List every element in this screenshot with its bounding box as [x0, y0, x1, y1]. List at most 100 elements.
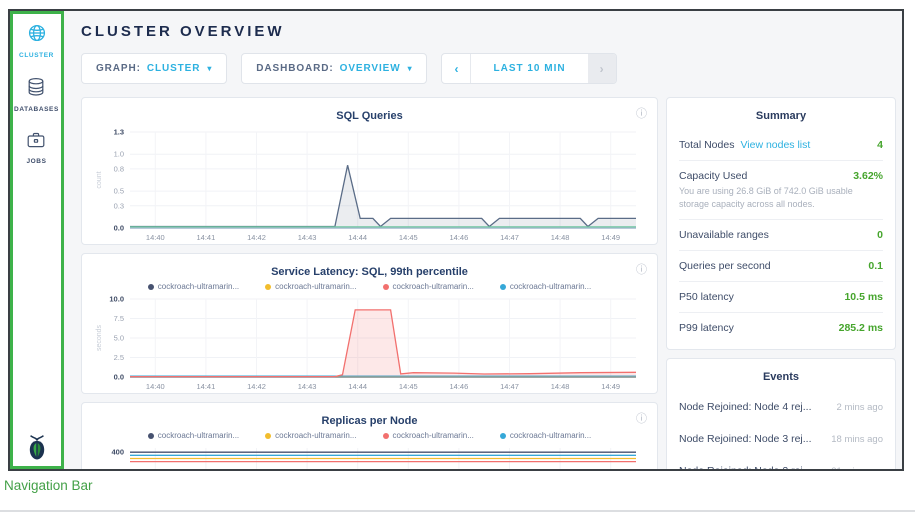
- event-time: 31 mins ago: [831, 466, 883, 469]
- svg-text:14:46: 14:46: [450, 382, 469, 391]
- screenshot-canvas: CLUSTER DATABASES: [0, 0, 915, 517]
- info-icon[interactable]: ⓘ: [636, 105, 647, 121]
- cockroachdb-logo[interactable]: [10, 434, 63, 461]
- events-panel: Events Node Rejoined: Node 4 rej... 2 mi…: [666, 358, 896, 469]
- chart-title: Service Latency: SQL, 99th percentile: [271, 266, 468, 278]
- svg-text:0.0: 0.0: [114, 224, 124, 233]
- svg-text:seconds: seconds: [96, 324, 103, 351]
- summary-row-p99-latency: P99 latency 285.2 ms: [679, 312, 883, 343]
- charts-column: SQL Queries ⓘ 0.00.30.50.81.01.314:4014:…: [81, 97, 658, 469]
- svg-text:14:47: 14:47: [500, 382, 519, 391]
- legend-dot-icon: [148, 433, 154, 439]
- right-column: Summary Total Nodes View nodes list 4 Cap…: [666, 97, 896, 469]
- event-time: 2 mins ago: [837, 402, 883, 413]
- summary-row-unavailable-ranges: Unavailable ranges 0: [679, 219, 883, 250]
- legend-item[interactable]: cockroach-ultramarin...: [148, 282, 239, 291]
- svg-text:0.3: 0.3: [114, 201, 124, 210]
- event-row: Node Rejoined: Node 4 rej... 2 mins ago: [679, 391, 883, 423]
- summary-label: Queries per second: [679, 260, 771, 272]
- briefcase-icon: [26, 131, 46, 154]
- sidebar-item-label: DATABASES: [14, 106, 59, 113]
- graph-dropdown-label: GRAPH:: [96, 63, 141, 74]
- svg-text:14:48: 14:48: [551, 382, 570, 391]
- info-icon[interactable]: ⓘ: [636, 410, 647, 426]
- svg-text:0.8: 0.8: [114, 164, 124, 173]
- replicas-per-node-chart-panel: Replicas per Node ⓘ cockroach-ultramarin…: [81, 402, 658, 469]
- svg-text:14:41: 14:41: [197, 233, 216, 242]
- summary-label: P99 latency: [679, 322, 734, 334]
- dashboard-dropdown[interactable]: DASHBOARD: OVERVIEW ▾: [241, 53, 427, 84]
- legend-item[interactable]: cockroach-ultramarin...: [265, 282, 356, 291]
- legend-item[interactable]: cockroach-ultramarin...: [148, 431, 239, 440]
- sidebar-item-label: JOBS: [26, 158, 46, 165]
- svg-text:14:45: 14:45: [399, 233, 418, 242]
- page-divider: [0, 510, 915, 512]
- time-range-next-button[interactable]: ›: [588, 54, 616, 83]
- legend-item[interactable]: cockroach-ultramarin...: [500, 282, 591, 291]
- chevron-down-icon: ▾: [408, 64, 413, 73]
- summary-title: Summary: [679, 106, 883, 130]
- svg-text:14:47: 14:47: [500, 233, 519, 242]
- svg-text:14:41: 14:41: [197, 382, 216, 391]
- page-title: CLUSTER OVERVIEW: [81, 23, 896, 40]
- main-content: CLUSTER OVERVIEW GRAPH: CLUSTER ▾ DASHBO…: [64, 11, 902, 469]
- chart-legend: cockroach-ultramarin... cockroach-ultrama…: [92, 431, 647, 440]
- graph-dropdown-value: CLUSTER: [147, 63, 201, 74]
- svg-text:1.0: 1.0: [114, 150, 124, 159]
- sidebar-item-jobs[interactable]: JOBS: [26, 131, 46, 165]
- svg-text:14:44: 14:44: [348, 233, 367, 242]
- svg-text:14:48: 14:48: [551, 233, 570, 242]
- summary-value: 4: [877, 139, 883, 151]
- svg-text:14:44: 14:44: [348, 382, 367, 391]
- summary-panel: Summary Total Nodes View nodes list 4 Cap…: [666, 97, 896, 350]
- chart-canvas: 0.00.30.50.81.01.314:4014:4114:4214:4314…: [92, 126, 647, 244]
- svg-text:5.0: 5.0: [114, 334, 124, 343]
- view-nodes-list-link[interactable]: View nodes list: [740, 139, 810, 151]
- svg-text:400: 400: [111, 448, 124, 457]
- summary-value: 0: [877, 229, 883, 241]
- svg-text:14:46: 14:46: [450, 233, 469, 242]
- summary-label: Capacity Used: [679, 170, 747, 182]
- legend-label: cockroach-ultramarin...: [158, 431, 239, 440]
- summary-label: Unavailable ranges: [679, 229, 769, 241]
- legend-label: cockroach-ultramarin...: [393, 282, 474, 291]
- summary-row-total-nodes: Total Nodes View nodes list 4: [679, 130, 883, 160]
- legend-label: cockroach-ultramarin...: [510, 431, 591, 440]
- legend-item[interactable]: cockroach-ultramarin...: [265, 431, 356, 440]
- summary-row-p50-latency: P50 latency 10.5 ms: [679, 281, 883, 312]
- controls-row: GRAPH: CLUSTER ▾ DASHBOARD: OVERVIEW ▾ ‹…: [81, 53, 896, 84]
- svg-text:1.3: 1.3: [114, 128, 124, 137]
- graph-dropdown[interactable]: GRAPH: CLUSTER ▾: [81, 53, 227, 84]
- svg-text:14:40: 14:40: [146, 233, 165, 242]
- summary-value: 10.5 ms: [844, 291, 883, 303]
- info-icon[interactable]: ⓘ: [636, 261, 647, 277]
- svg-text:count: count: [96, 171, 103, 188]
- svg-text:7.5: 7.5: [114, 314, 124, 323]
- event-text: Node Rejoined: Node 3 rej...: [679, 433, 812, 445]
- event-row: Node Rejoined: Node 3 rej... 18 mins ago: [679, 423, 883, 455]
- legend-item[interactable]: cockroach-ultramarin...: [383, 282, 474, 291]
- svg-text:14:42: 14:42: [247, 233, 266, 242]
- event-row: Node Rejoined: Node 2 rej... 31 mins ago: [679, 455, 883, 469]
- chart-title: SQL Queries: [336, 110, 402, 122]
- legend-dot-icon: [265, 433, 271, 439]
- summary-value: 285.2 ms: [839, 322, 883, 334]
- legend-dot-icon: [265, 284, 271, 290]
- summary-row-queries-per-second: Queries per second 0.1: [679, 250, 883, 281]
- legend-item[interactable]: cockroach-ultramarin...: [500, 431, 591, 440]
- legend-item[interactable]: cockroach-ultramarin...: [383, 431, 474, 440]
- legend-label: cockroach-ultramarin...: [158, 282, 239, 291]
- time-range-prev-button[interactable]: ‹: [442, 54, 471, 83]
- chart-canvas: 40014:4014:4114:4214:4314:4414:4514:4614…: [92, 442, 647, 469]
- svg-text:14:40: 14:40: [146, 382, 165, 391]
- capacity-used-subtext: You are using 26.8 GiB of 742.0 GiB usab…: [679, 185, 883, 210]
- sidebar-item-cluster[interactable]: CLUSTER: [19, 23, 54, 59]
- summary-label: Total Nodes: [679, 139, 734, 151]
- chart-legend: cockroach-ultramarin... cockroach-ultrama…: [92, 282, 647, 291]
- svg-text:14:49: 14:49: [601, 382, 620, 391]
- admin-ui-window: CLUSTER DATABASES: [8, 9, 904, 471]
- summary-value: 0.1: [868, 260, 883, 272]
- sidebar-item-databases[interactable]: DATABASES: [14, 77, 59, 113]
- legend-label: cockroach-ultramarin...: [275, 282, 356, 291]
- time-range-value[interactable]: LAST 10 MIN: [471, 54, 587, 83]
